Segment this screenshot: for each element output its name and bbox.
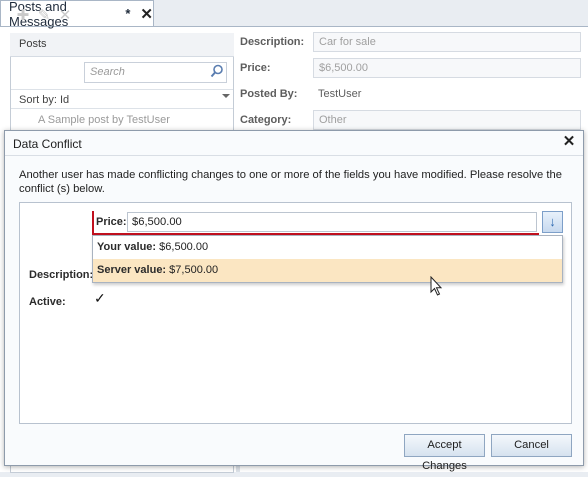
category-label: Category:: [240, 114, 292, 126]
mouse-cursor-icon: [430, 275, 444, 298]
price-label: Price:: [240, 62, 271, 74]
conflict-message: Another user has made conflicting change…: [19, 169, 562, 195]
posted-by-value: TestUser: [318, 88, 362, 100]
close-tab-icon[interactable]: ✕: [140, 5, 153, 23]
your-value-label: Your value:: [97, 241, 157, 253]
server-value-option[interactable]: Server value: $7,500.00: [93, 259, 562, 282]
list-item[interactable]: A Sample post by TestUser: [38, 114, 170, 126]
posts-header: Posts: [10, 33, 234, 57]
price-conflict-label: Price:: [96, 216, 127, 228]
sort-by-dropdown[interactable]: Sort by: Id: [11, 89, 233, 109]
accept-changes-button[interactable]: Accept Changes: [404, 434, 485, 472]
cancel-button[interactable]: Cancel: [491, 434, 572, 457]
add-icon[interactable]: ✚: [16, 8, 30, 23]
delete-icon[interactable]: ✕: [58, 8, 72, 23]
active-checkbox[interactable]: ✓: [94, 291, 109, 305]
your-value: $6,500.00: [159, 241, 209, 253]
resolve-conflict-button[interactable]: ↓: [542, 211, 563, 233]
search-icon[interactable]: [210, 64, 224, 78]
search-input[interactable]: Search: [84, 62, 227, 83]
description-label: Description:: [240, 36, 305, 48]
dialog-title: Data Conflict: [5, 131, 583, 156]
description-conflict-label: Description:: [29, 269, 94, 281]
posted-by-label: Posted By:: [240, 88, 298, 100]
edit-icon[interactable]: ✎: [37, 8, 51, 23]
active-label: Active:: [29, 296, 66, 308]
category-dropdown[interactable]: Other: [313, 110, 581, 130]
description-field[interactable]: Car for sale: [313, 32, 581, 52]
your-value-option[interactable]: Your value: $6,500.00: [93, 236, 562, 259]
price-input[interactable]: $6,500.00: [127, 212, 537, 232]
arrow-down-icon: ↓: [549, 214, 556, 229]
server-value-label: Server value:: [97, 264, 167, 276]
close-icon[interactable]: ✕: [560, 133, 578, 151]
modified-marker: *: [125, 6, 131, 21]
price-field[interactable]: $6,500.00: [313, 58, 581, 78]
server-value: $7,500.00: [169, 264, 219, 276]
chevron-down-icon: [222, 94, 230, 98]
